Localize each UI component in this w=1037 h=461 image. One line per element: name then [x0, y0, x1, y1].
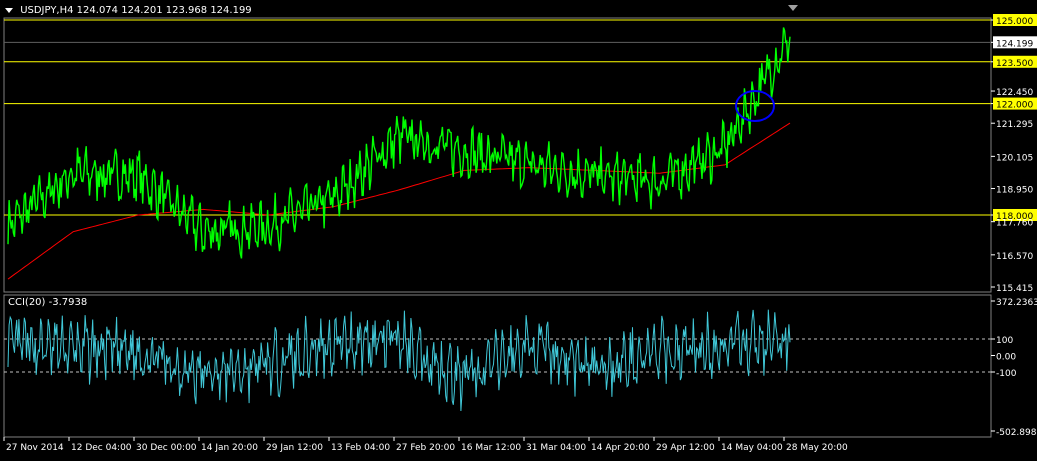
time-tick-label: 14 May 04:00: [721, 443, 783, 453]
price-tick-label: 116.570: [996, 252, 1033, 262]
cci-tick-label: 372.2363: [996, 298, 1037, 308]
time-tick-label: 31 Mar 04:00: [526, 443, 586, 453]
cci-series-line: [7, 309, 791, 412]
ohlc-high: 124.201: [121, 5, 163, 16]
symbol-label: USDJPY,H4: [20, 5, 74, 16]
chart-canvas[interactable]: 125.000 124.199 123.500 122.450 122.000 121.2…: [0, 0, 1037, 457]
cci-tick-label: -100: [996, 369, 1017, 379]
time-tick-label: 30 Dec 00:00: [136, 443, 197, 453]
dropdown-icon[interactable]: [5, 7, 13, 13]
price-tick-label: 117.760: [996, 219, 1033, 229]
price-tick-label: 121.295: [996, 120, 1033, 130]
cci-name: CCI(20): [8, 297, 46, 308]
price-tick-label: 115.415: [996, 284, 1033, 294]
price-tick-label: 120.105: [996, 153, 1033, 163]
time-tick-label: 14 Jan 20:00: [201, 443, 258, 453]
time-tick-label: 12 Dec 04:00: [71, 443, 132, 453]
current-bar-marker-icon: [788, 5, 798, 11]
ohlc-close: 124.199: [210, 5, 252, 16]
cci-value: -3.7938: [48, 297, 88, 308]
price-tick-label: 122.000: [996, 101, 1033, 111]
time-tick-label: 14 Apr 20:00: [591, 443, 650, 453]
price-tick-label: 118.950: [996, 186, 1033, 196]
cci-header: CCI(20) -3.7938: [8, 297, 87, 308]
price-tick-label: 124.199: [996, 39, 1033, 49]
chart-window[interactable]: 125.000 124.199 123.500 122.450 122.000 121.2…: [0, 0, 1037, 457]
cci-tick-label: -502.8983: [996, 428, 1037, 438]
time-tick-label: 16 Mar 12:00: [461, 443, 521, 453]
price-tick-label: 122.450: [996, 88, 1033, 98]
cci-tick-label: 0.00: [996, 353, 1016, 363]
chart-header: USDJPY,H4 124.074 124.201 123.968 124.19…: [5, 5, 252, 16]
time-tick-label: 27 Feb 20:00: [396, 443, 455, 453]
price-tick-label: 125.000: [996, 17, 1033, 27]
ohlc-low: 123.968: [165, 5, 208, 16]
price-tick-label: 123.500: [996, 59, 1033, 69]
time-tick-label: 13 Feb 04:00: [331, 443, 390, 453]
time-tick-label: 28 May 20:00: [786, 443, 848, 453]
ohlc-open: 124.074: [76, 5, 119, 16]
time-tick-label: 29 Apr 12:00: [656, 443, 715, 453]
time-tick-label: 27 Nov 2014: [6, 443, 64, 453]
time-tick-label: 29 Jan 12:00: [266, 443, 323, 453]
cci-tick-label: 100: [996, 336, 1013, 346]
